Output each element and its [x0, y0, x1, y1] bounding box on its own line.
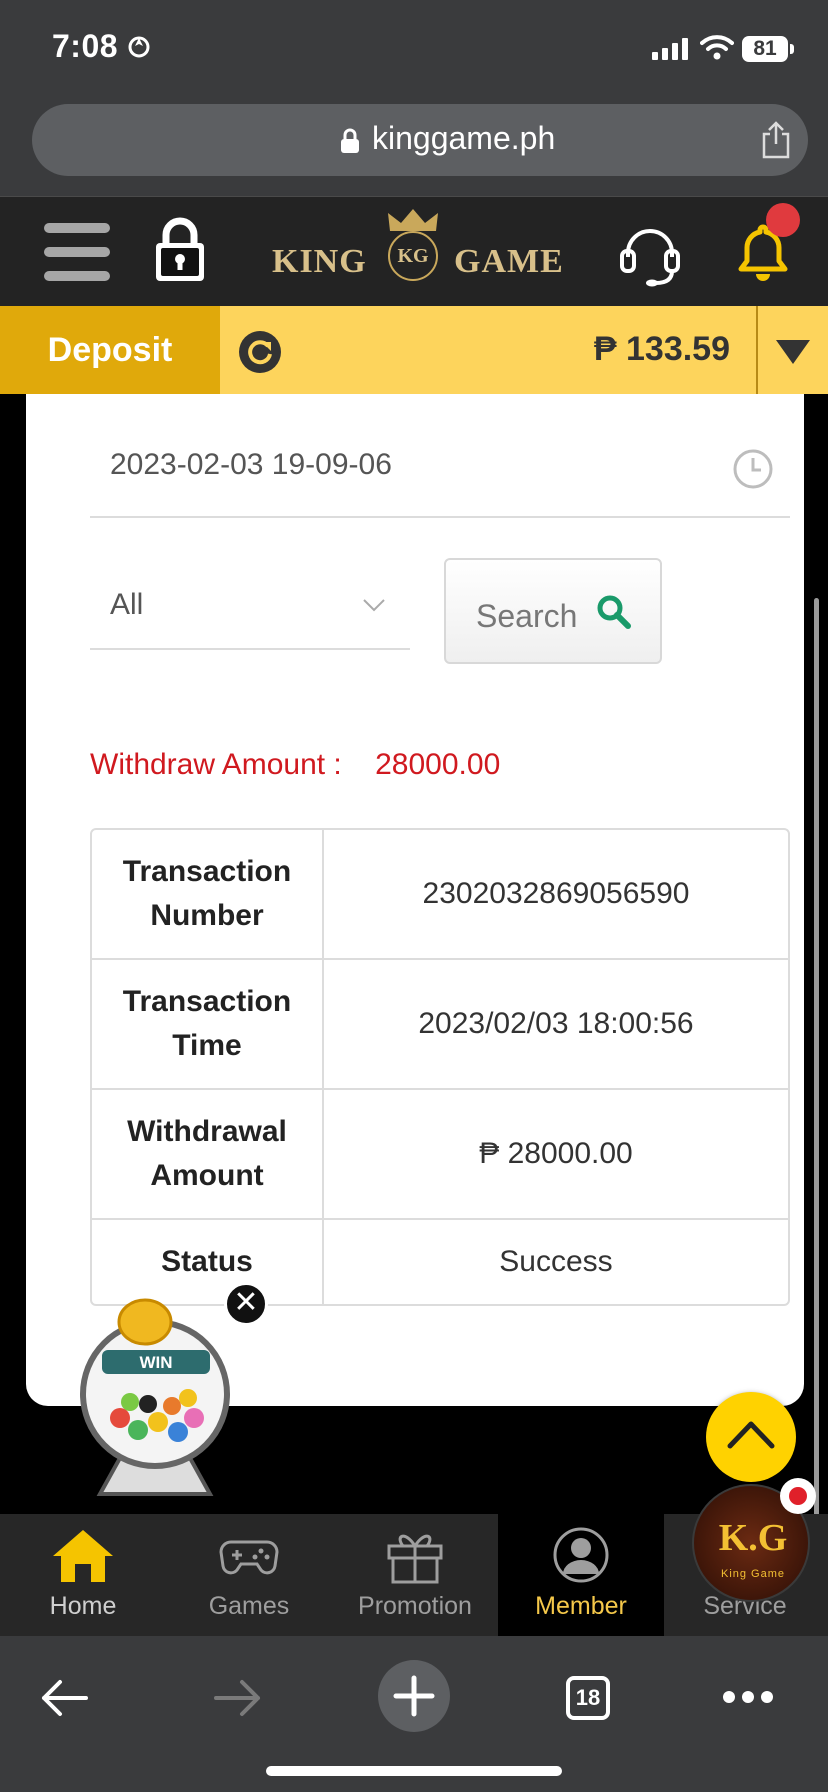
balance-bar: Deposit ₱ 133.59: [0, 306, 828, 394]
refresh-icon[interactable]: [238, 330, 282, 374]
logo-emblem: KG: [388, 231, 438, 281]
divider: [756, 306, 758, 394]
tab-member-label: Member: [535, 1592, 627, 1620]
tab-promotion-label: Promotion: [358, 1592, 472, 1620]
transaction-type-select[interactable]: All: [90, 550, 410, 650]
withdraw-amount-summary: Withdraw Amount : 28000.00: [90, 748, 500, 782]
tab-home[interactable]: Home: [0, 1514, 166, 1636]
transaction-detail-table: Transaction Number 2302032869056590 Tran…: [90, 828, 790, 1306]
live-record-dot: [780, 1478, 816, 1514]
gift-icon: [387, 1534, 443, 1584]
wallet-balance: ₱ 133.59: [593, 330, 730, 368]
date-filter-field[interactable]: 2023-02-03 19-09-06: [90, 394, 790, 518]
withdrawal-amount-value: ₱ 28000.00: [479, 1137, 633, 1170]
type-select-value: All: [110, 588, 144, 621]
transaction-number-label: Transaction Number: [92, 830, 324, 958]
lock-icon: [341, 128, 359, 153]
scrollbar[interactable]: [814, 598, 819, 1528]
tab-member[interactable]: Member: [498, 1514, 664, 1636]
browser-address-area: kinggame.ph: [0, 96, 828, 196]
table-row: Transaction Number 2302032869056590: [92, 830, 788, 960]
deposit-button[interactable]: Deposit: [0, 306, 220, 394]
close-widget-button[interactable]: ✕: [224, 1282, 268, 1326]
browser-toolbar: 18: [0, 1636, 828, 1792]
transaction-time-label: Transaction Time: [92, 960, 324, 1088]
home-icon: [53, 1530, 113, 1582]
withdraw-amount-spacer: [350, 748, 367, 781]
logo-text-left: KING: [272, 243, 367, 280]
transaction-number-value: 2302032869056590: [422, 877, 690, 910]
scroll-to-top-button[interactable]: [706, 1392, 796, 1482]
tab-games-label: Games: [208, 1592, 290, 1620]
search-icon: [597, 595, 631, 629]
table-row: Withdrawal Amount ₱ 28000.00: [92, 1090, 788, 1220]
date-filter-value: 2023-02-03 19-09-06: [110, 448, 392, 481]
chevron-down-icon: [363, 599, 385, 612]
king-game-logo[interactable]: KING KG GAME: [268, 207, 563, 297]
lottery-promo-widget[interactable]: WIN: [70, 1290, 240, 1500]
more-icon[interactable]: [722, 1690, 774, 1704]
notification-badge: [766, 203, 800, 237]
status-bar: 7:08 81: [0, 0, 828, 96]
withdrawal-record-card: 2023-02-03 19-09-06 All Search Withdraw …: [26, 394, 804, 1406]
tab-promotion[interactable]: Promotion: [332, 1514, 498, 1636]
battery-indicator: 81: [742, 36, 794, 62]
lottery-machine-icon: WIN: [80, 1298, 230, 1496]
signal-icon: [652, 38, 688, 60]
table-row: Transaction Time 2023/02/03 18:00:56: [92, 960, 788, 1090]
gamepad-icon: [219, 1540, 279, 1575]
tab-home-label: Home: [49, 1592, 117, 1620]
site-header: KING KG GAME: [0, 196, 828, 306]
logo-text-right: GAME: [454, 243, 564, 280]
search-label: Search: [476, 598, 578, 634]
withdraw-amount-label: Withdraw Amount :: [90, 748, 342, 781]
user-icon: [553, 1527, 609, 1583]
tabs-count-button[interactable]: 18: [566, 1676, 610, 1720]
status-time: 7:08: [52, 28, 119, 64]
menu-icon[interactable]: [44, 219, 110, 285]
home-indicator: [266, 1766, 562, 1776]
customer-service-icon[interactable]: [620, 225, 680, 287]
withdraw-amount-value: 28000.00: [375, 748, 501, 781]
kg-badge-subtext: King Game: [720, 1568, 786, 1580]
forward-arrow-icon[interactable]: [212, 1676, 264, 1720]
search-button[interactable]: Search: [444, 558, 662, 664]
lottery-win-label: WIN: [139, 1353, 172, 1372]
clock-icon[interactable]: [732, 448, 774, 490]
wifi-icon: [700, 35, 734, 60]
crown-icon: [388, 209, 438, 231]
transaction-time-value: 2023/02/03 18:00:56: [418, 1007, 694, 1040]
kg-badge-text: K.G: [718, 1517, 788, 1559]
plus-icon: [393, 1675, 435, 1717]
caret-down-icon[interactable]: [774, 338, 812, 366]
tab-games[interactable]: Games: [166, 1514, 332, 1636]
padlock-icon[interactable]: [152, 215, 208, 283]
status-value: Success: [499, 1245, 613, 1278]
address-bar[interactable]: kinggame.ph: [32, 104, 808, 176]
withdrawal-amount-label: Withdrawal Amount: [92, 1090, 324, 1218]
new-tab-button[interactable]: [378, 1660, 450, 1732]
url-text: kinggame.ph: [372, 120, 556, 156]
chevron-up-icon: [727, 1421, 775, 1449]
back-arrow-icon[interactable]: [38, 1676, 90, 1720]
location-icon: [128, 36, 150, 58]
share-icon[interactable]: [760, 120, 792, 160]
